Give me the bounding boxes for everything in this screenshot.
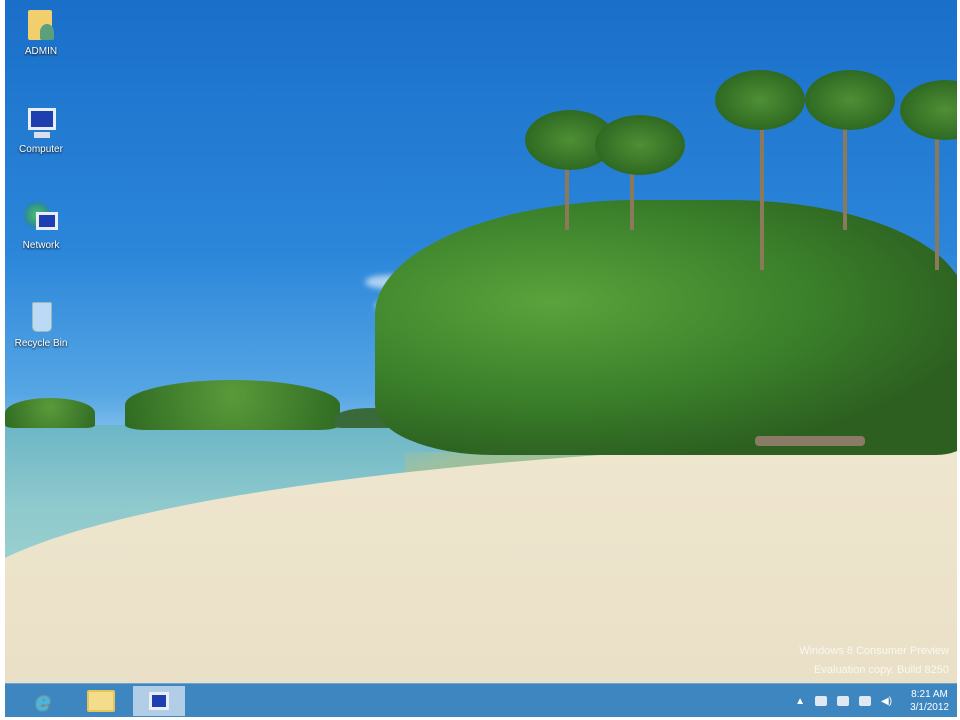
watermark-build: Evaluation copy. Build 8250 xyxy=(814,664,949,676)
wallpaper xyxy=(5,0,957,717)
system-tray: ▲ ◀) 8:21 AM 3/1/2012 xyxy=(795,684,949,717)
taskbar: e ▲ ◀) 8:21 AM 3/1/2012 xyxy=(5,683,957,717)
taskbar-internet-explorer[interactable]: e xyxy=(17,686,69,716)
taskbar-computer[interactable] xyxy=(133,686,185,716)
network-status-icon[interactable] xyxy=(859,696,872,706)
desktop-icon-network[interactable]: Network xyxy=(10,202,72,251)
network-icon xyxy=(24,202,58,236)
show-hidden-icons-chevron-icon[interactable]: ▲ xyxy=(795,696,805,707)
clock-date: 3/1/2012 xyxy=(910,702,949,713)
clock[interactable]: 8:21 AM 3/1/2012 xyxy=(910,688,949,714)
taskbar-file-explorer[interactable] xyxy=(75,686,127,716)
computer-icon xyxy=(24,106,58,140)
safely-remove-hardware-icon[interactable] xyxy=(837,696,850,706)
action-center-flag-icon[interactable] xyxy=(815,696,828,706)
watermark-edition: Windows 8 Consumer Preview xyxy=(799,645,949,657)
desktop-icon-admin[interactable]: ADMIN xyxy=(10,8,72,57)
file-explorer-icon xyxy=(87,690,115,712)
desktop-icon-recycle-bin[interactable]: Recycle Bin xyxy=(10,300,72,349)
internet-explorer-icon: e xyxy=(35,685,51,716)
desktop-icon-computer[interactable]: Computer xyxy=(10,106,72,155)
desktop[interactable]: ADMIN Computer Network Recycle Bin Windo… xyxy=(5,0,957,717)
clock-time: 8:21 AM xyxy=(911,689,948,700)
user-folder-icon xyxy=(24,8,58,42)
computer-icon xyxy=(149,692,169,710)
recycle-bin-icon xyxy=(24,300,58,334)
volume-icon[interactable]: ◀) xyxy=(881,696,892,707)
